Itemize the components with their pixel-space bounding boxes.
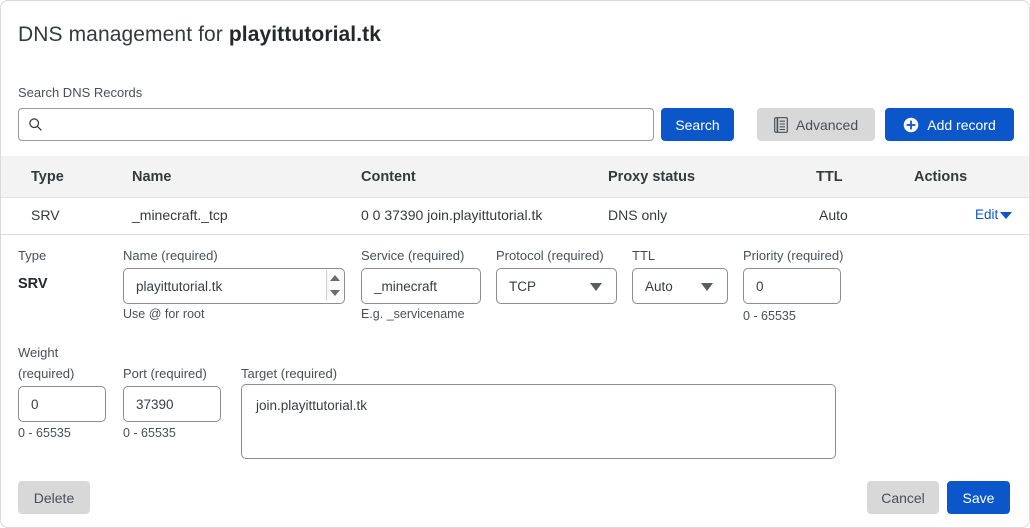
advanced-button-label: Advanced (795, 116, 859, 133)
ttl-select-value: Auto (645, 278, 673, 294)
priority-input[interactable]: 0 (743, 268, 841, 304)
type-field-value: SRV (18, 276, 48, 292)
search-button-label: Search (675, 116, 720, 133)
column-header-proxy-status: Proxy status (608, 169, 696, 185)
cell-ttl: Auto (819, 207, 848, 223)
search-icon (29, 118, 42, 131)
save-button-label: Save (962, 489, 995, 506)
cancel-button[interactable]: Cancel (867, 481, 939, 514)
cell-proxy-status: DNS only (608, 207, 668, 223)
protocol-select[interactable]: TCP (496, 268, 617, 304)
delete-button-label: Delete (33, 489, 75, 506)
edit-record-button[interactable]: Edit (975, 207, 1013, 222)
cell-name: _minecraft._tcp (132, 207, 228, 223)
spinner-up-icon[interactable] (330, 274, 340, 281)
delete-button[interactable]: Delete (18, 481, 90, 514)
service-input-value: _minecraft (374, 278, 438, 294)
save-button[interactable]: Save (947, 481, 1010, 514)
dns-table-header: Type Name Content Proxy status TTL Actio… (1, 156, 1029, 198)
search-label: Search DNS Records (18, 85, 143, 100)
name-field-hint: Use @ for root (123, 307, 205, 321)
ttl-select[interactable]: Auto (632, 268, 728, 304)
spinner-down-icon[interactable] (330, 289, 340, 296)
priority-input-value: 0 (756, 278, 764, 294)
name-input[interactable]: playittutorial.tk (123, 268, 345, 304)
name-spinner[interactable] (326, 270, 343, 300)
port-field-label: Port (required) (123, 366, 207, 381)
column-header-name: Name (132, 169, 172, 185)
column-header-type: Type (31, 169, 64, 185)
ttl-field-label: TTL (632, 248, 656, 263)
target-textarea-value: join.playittutorial.tk (256, 398, 368, 413)
name-field-label: Name (required) (123, 248, 218, 263)
dns-management-panel: DNS management for playittutorial.tk Sea… (0, 0, 1030, 528)
weight-field-hint: 0 - 65535 (18, 426, 71, 440)
target-textarea[interactable]: join.playittutorial.tk (241, 384, 836, 459)
protocol-select-value: TCP (509, 278, 536, 294)
page-title-domain: playittutorial.tk (228, 23, 382, 46)
chevron-down-icon (1000, 212, 1013, 219)
column-header-content: Content (361, 169, 416, 185)
port-input-value: 37390 (136, 396, 174, 412)
advanced-button[interactable]: Advanced (757, 108, 875, 141)
search-button[interactable]: Search (661, 108, 734, 141)
priority-field-label: Priority (required) (743, 248, 844, 263)
cell-content: 0 0 37390 join.playittutorial.tk (361, 207, 543, 223)
plus-circle-icon (903, 117, 919, 132)
port-input[interactable]: 37390 (123, 386, 221, 422)
add-record-button[interactable]: Add record (885, 108, 1014, 141)
service-field-hint: E.g. _servicename (361, 307, 465, 321)
search-input[interactable] (43, 109, 653, 140)
document-list-icon (773, 116, 788, 133)
service-field-label: Service (required) (361, 248, 465, 263)
type-field-label: Type (18, 248, 47, 263)
add-record-button-label: Add record (927, 116, 996, 133)
chevron-down-icon[interactable] (701, 283, 713, 291)
protocol-field-label: Protocol (required) (496, 248, 604, 263)
weight-input[interactable]: 0 (18, 386, 106, 422)
table-row[interactable]: SRV _minecraft._tcp 0 0 37390 join.playi… (1, 198, 1029, 235)
port-field-hint: 0 - 65535 (123, 426, 176, 440)
column-header-ttl: TTL (816, 169, 843, 185)
column-header-actions: Actions (914, 169, 968, 185)
search-input-wrapper[interactable] (18, 108, 654, 141)
cancel-button-label: Cancel (881, 489, 925, 506)
weight-input-value: 0 (31, 396, 39, 412)
page-title: DNS management for playittutorial.tk (18, 23, 381, 47)
weight-field-label-line2: (required) (18, 366, 75, 381)
page-title-prefix: DNS management for (18, 23, 229, 46)
chevron-down-icon[interactable] (590, 283, 602, 291)
target-field-label: Target (required) (241, 366, 338, 381)
name-input-value: playittutorial.tk (136, 278, 223, 294)
edit-label: Edit (975, 207, 999, 222)
cell-type: SRV (31, 207, 60, 223)
weight-field-label-line1: Weight (18, 345, 59, 360)
service-input[interactable]: _minecraft (361, 268, 481, 304)
priority-field-hint: 0 - 65535 (743, 309, 796, 323)
